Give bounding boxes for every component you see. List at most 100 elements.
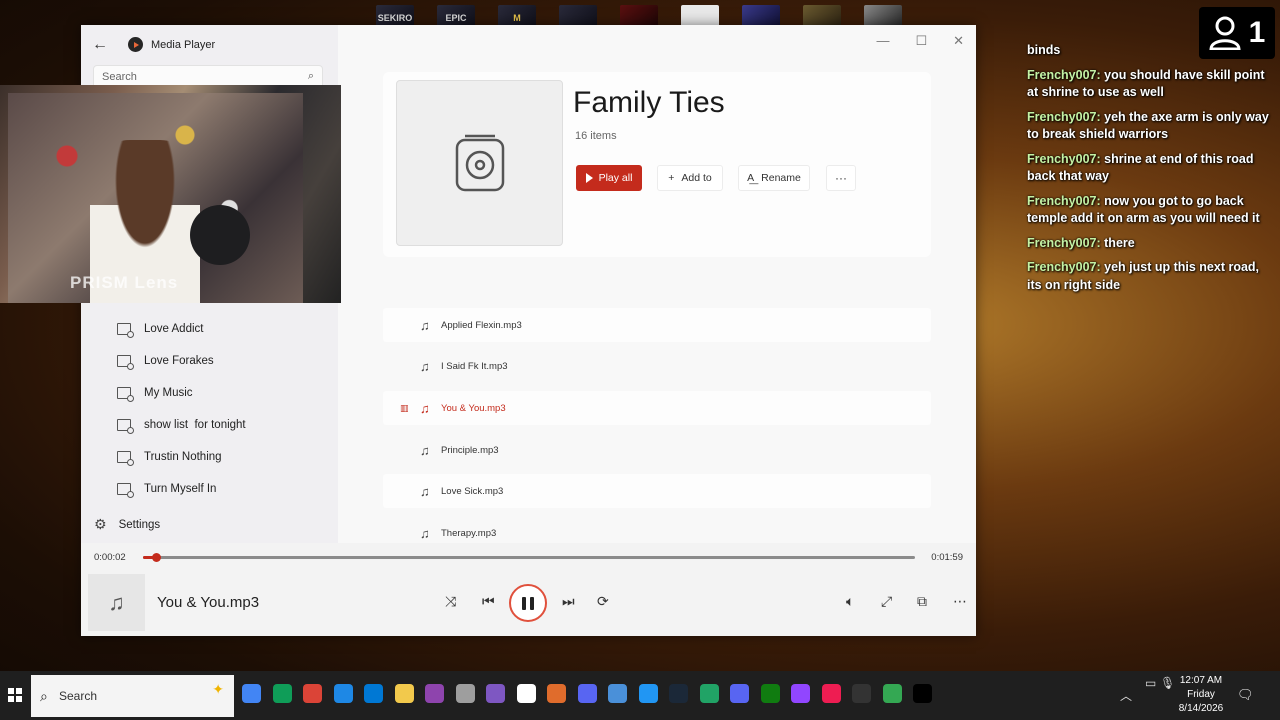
taskbar-app-icon[interactable] xyxy=(791,684,810,703)
track-row-now-playing[interactable]: ▥ ♫ You & You.mp3 xyxy=(383,391,931,425)
sidebar-item-love-forakes[interactable]: Love Forakes xyxy=(117,355,214,370)
track-row[interactable]: ♫ Applied Flexin.mp3 xyxy=(383,308,931,342)
music-note-icon: ♫ xyxy=(420,525,430,541)
now-playing-equalizer-icon: ▥ xyxy=(400,402,409,413)
taskbar-app-icon[interactable] xyxy=(303,684,322,703)
playlist-icon xyxy=(117,419,134,434)
microphone xyxy=(190,205,250,265)
tray-device-icon[interactable]: ▭ xyxy=(1145,676,1156,690)
windows-start-icon[interactable] xyxy=(8,688,22,702)
track-name: Therapy.mp3 xyxy=(441,527,497,539)
music-note-icon: ♫ xyxy=(420,317,430,333)
taskbar-app-icon[interactable] xyxy=(547,684,566,703)
playlist-icon xyxy=(117,355,134,370)
chat-message: Frenchy007: now you got to go back templ… xyxy=(1027,193,1260,226)
taskbar-app-icon[interactable] xyxy=(760,684,780,703)
track-name: Love Sick.mp3 xyxy=(441,485,504,497)
chat-message: Frenchy007: yeh just up this next road, … xyxy=(1027,260,1260,292)
play-icon xyxy=(585,173,593,183)
chat-message: Frenchy007: yeh the axe arm is only way … xyxy=(1027,109,1269,142)
taskbar-app-icon[interactable] xyxy=(730,684,749,703)
taskbar-apps xyxy=(242,684,932,703)
main-content: — ☐ ✕ Family Ties 16 items Play all + Ad… xyxy=(338,25,976,543)
chat-message: binds xyxy=(1027,43,1061,57)
pause-button[interactable] xyxy=(509,584,547,622)
taskbar-app-icon[interactable] xyxy=(577,684,597,703)
music-note-icon: ♫ xyxy=(108,589,125,615)
previous-icon[interactable]: ⏮ xyxy=(482,593,495,610)
volume-icon[interactable]: 🔈︎ xyxy=(846,593,854,610)
music-note-icon: ♫ xyxy=(420,483,430,499)
more-options-button[interactable]: ··· xyxy=(826,165,856,191)
sidebar-item-settings[interactable]: ⚙ Settings xyxy=(94,516,160,533)
taskbar-app-icon[interactable] xyxy=(608,684,627,703)
track-name: I Said Fk It.mp3 xyxy=(441,360,508,372)
search-icon[interactable]: ⌕ xyxy=(308,70,314,83)
taskbar-app-icon[interactable] xyxy=(333,684,353,703)
repeat-icon[interactable]: ⟳ xyxy=(597,593,609,610)
now-playing-title: You & You.mp3 xyxy=(157,594,260,611)
taskbar-app-icon[interactable] xyxy=(425,684,444,703)
taskbar-app-icon[interactable] xyxy=(394,684,414,703)
progress-thumb[interactable] xyxy=(152,553,162,562)
taskbar-search[interactable]: ⌕ Search ✦ xyxy=(31,675,234,717)
app-title: Media Player xyxy=(151,39,216,51)
taskbar-app-icon[interactable] xyxy=(455,684,475,703)
music-note-icon: ♫ xyxy=(420,442,430,458)
track-row[interactable]: ♫ Love Sick.mp3 xyxy=(383,474,931,508)
maximize-icon[interactable]: ☐ xyxy=(915,33,927,49)
track-name: Applied Flexin.mp3 xyxy=(441,319,522,331)
search-icon: ⌕ xyxy=(40,688,48,704)
sidebar-item-trustin-nothing[interactable]: Trustin Nothing xyxy=(117,451,222,466)
chat-message: Frenchy007: shrine at end of this road b… xyxy=(1027,151,1254,184)
rename-button[interactable]: A͟ Rename xyxy=(738,165,810,191)
taskbar: ⌕ Search ✦ ︿ ▭ 🎙︎ 12:07 AM Friday 8/14/2… xyxy=(0,671,1280,720)
taskbar-app-icon[interactable] xyxy=(669,684,688,703)
rename-icon: A͟ xyxy=(747,172,755,184)
taskbar-app-icon[interactable] xyxy=(821,684,841,703)
gear-icon: ⚙ xyxy=(94,516,107,532)
window-controls: — ☐ ✕ xyxy=(876,33,964,49)
sidebar-item-love-addict[interactable]: Love Addict xyxy=(117,323,203,338)
chevron-up-icon[interactable]: ︿ xyxy=(1120,687,1132,704)
shuffle-icon[interactable]: ⤨ xyxy=(445,593,456,610)
notification-icon[interactable]: 🗨︎ xyxy=(1237,687,1254,703)
music-note-icon: ♫ xyxy=(420,358,430,374)
sidebar-item-show-list[interactable]: show list for tonight xyxy=(117,419,246,434)
playlist-icon xyxy=(117,387,134,402)
back-arrow-icon[interactable]: ← xyxy=(92,36,108,54)
next-icon[interactable]: ⏭ xyxy=(562,593,575,610)
sidebar-item-my-music[interactable]: My Music xyxy=(117,387,193,402)
taskbar-app-icon[interactable] xyxy=(486,684,505,703)
item-count: 16 items xyxy=(575,130,617,142)
media-player-logo-icon xyxy=(128,37,143,52)
add-to-button[interactable]: + Add to xyxy=(657,165,723,191)
taskbar-app-icon[interactable] xyxy=(364,684,383,703)
mini-player-icon[interactable]: ⧉ xyxy=(917,593,927,610)
progress-slider[interactable] xyxy=(143,553,915,562)
taskbar-app-icon[interactable] xyxy=(516,684,536,703)
taskbar-app-icon[interactable] xyxy=(272,684,292,703)
current-time: 0:00:02 xyxy=(94,552,126,563)
music-note-icon: ♫ xyxy=(420,400,430,416)
taskbar-app-icon[interactable] xyxy=(242,684,261,703)
taskbar-app-icon[interactable] xyxy=(638,684,658,703)
search-placeholder: Search xyxy=(102,71,137,83)
more-icon[interactable]: ⋯ xyxy=(953,593,967,610)
speaker-placeholder-icon xyxy=(455,134,504,192)
playlist-icon xyxy=(117,323,134,338)
sidebar-item-turn-myself-in[interactable]: Turn Myself In xyxy=(117,483,216,498)
minimize-icon[interactable]: — xyxy=(876,33,889,49)
track-row[interactable]: ♫ Principle.mp3 xyxy=(383,433,931,467)
taskbar-app-icon[interactable] xyxy=(699,684,719,703)
track-row[interactable]: ♫ I Said Fk It.mp3 xyxy=(383,349,931,383)
stream-chat: binds Frenchy007: you should have skill … xyxy=(1027,42,1277,301)
taskbar-app-icon[interactable] xyxy=(852,684,871,703)
clock[interactable]: 12:07 AM Friday 8/14/2026 xyxy=(1170,674,1232,716)
taskbar-app-icon[interactable] xyxy=(882,684,902,703)
player-bar: 0:00:02 0:01:59 ♫ You & You.mp3 ⤨ ⏮ ⏭ ⟳ … xyxy=(81,543,976,636)
fullscreen-icon[interactable]: ⤢ xyxy=(881,593,892,610)
close-icon[interactable]: ✕ xyxy=(953,33,964,49)
taskbar-app-icon[interactable] xyxy=(913,684,932,703)
play-all-button[interactable]: Play all xyxy=(576,165,642,191)
